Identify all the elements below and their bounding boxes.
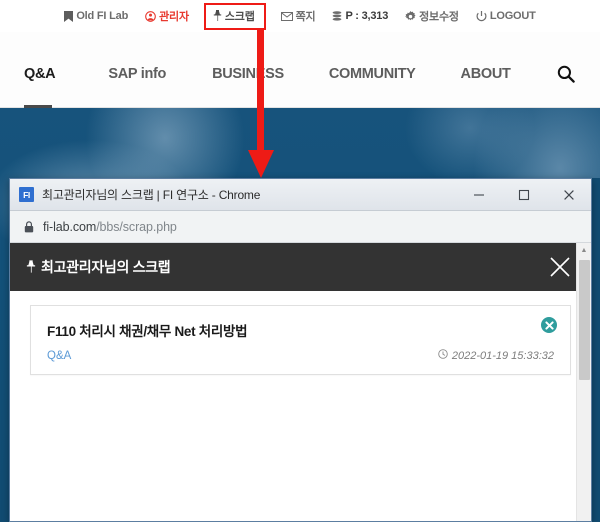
nav-item-label: Q&A [24, 66, 56, 82]
nav-item-label: BUSINESS [212, 66, 284, 82]
address-bar-url: fi-lab.com/bbs/scrap.php [43, 220, 177, 234]
url-path: /bbs/scrap.php [96, 219, 177, 234]
nav-item-about[interactable]: ABOUT [461, 66, 511, 82]
browser-address-bar[interactable]: fi-lab.com/bbs/scrap.php [10, 211, 591, 243]
scrollbar-thumb[interactable] [579, 260, 590, 380]
delete-circle-icon[interactable] [541, 317, 557, 333]
background-edge-sliver [592, 178, 600, 522]
main-navigation: Q&A SAP info BUSINESS COMMUNITY ABOUT [0, 40, 600, 109]
scrap-list: F110 처리시 채권/채무 Net 처리방법 Q&A 2022-01-19 1… [10, 291, 591, 375]
clock-icon [438, 349, 448, 362]
user-circle-icon [145, 10, 156, 22]
utility-item-old-fi-lab[interactable]: Old FI Lab [64, 10, 128, 22]
scrap-page-header: 최고관리자님의 스크랩 [10, 243, 591, 291]
scroll-up-arrow-icon[interactable]: ▲ [577, 243, 591, 258]
utility-item-scrap-highlight-box: 스크랩 [203, 2, 266, 30]
scrap-item-date: 2022-01-19 15:33:32 [438, 349, 554, 362]
screenshot-root: Old FI Lab 관리자 스크랩 쪽지 P: 3,313 정보수정 LOG… [0, 0, 600, 522]
page-title: 최고관리자님의 스크랩 [26, 257, 171, 277]
scrap-item-category[interactable]: Q&A [47, 350, 71, 362]
utility-menu-bar: Old FI Lab 관리자 스크랩 쪽지 P: 3,313 정보수정 LOG… [0, 0, 600, 32]
coins-icon [332, 11, 342, 21]
browser-viewport: 최고관리자님의 스크랩 F110 처리시 채권/채무 Net 처리방법 Q&A [10, 243, 591, 521]
nav-item-community[interactable]: COMMUNITY [329, 66, 416, 82]
scrap-item-datetime: 2022-01-19 15:33:32 [451, 349, 554, 362]
utility-item-label: LOGOUT [489, 10, 536, 22]
lock-icon [24, 220, 34, 233]
nav-item-sap-info[interactable]: SAP info [108, 66, 166, 82]
minimize-icon[interactable] [456, 179, 501, 211]
bookmark-icon [64, 10, 74, 22]
nav-item-label: COMMUNITY [328, 66, 416, 82]
search-icon[interactable] [555, 63, 577, 85]
utility-item-edit-info[interactable]: 정보수정 [405, 8, 459, 24]
close-icon[interactable] [547, 254, 573, 280]
utility-item-label: 스크랩 [224, 10, 255, 23]
utility-item-label: 관리자 [159, 11, 189, 23]
window-title: 최고관리자님의 스크랩 | FI 연구소 - Chrome [42, 188, 261, 202]
utility-item-points[interactable]: P : 3,313 [332, 10, 388, 22]
list-item[interactable]: F110 처리시 채권/채무 Net 처리방법 Q&A 2022-01-19 1… [30, 305, 571, 375]
nav-item-qa[interactable]: Q&A [24, 66, 56, 109]
window-controls [456, 179, 591, 211]
gear-icon [405, 10, 416, 22]
pin-icon [26, 259, 36, 275]
utility-item-scrap[interactable]: 스크랩 [213, 8, 255, 24]
maximize-icon[interactable] [501, 179, 546, 211]
utility-item-admin[interactable]: 관리자 [145, 8, 189, 24]
utility-item-label: Old FI Lab [76, 10, 129, 22]
power-icon [476, 10, 487, 22]
scrap-item-meta: Q&A 2022-01-19 15:33:32 [47, 349, 554, 362]
close-icon[interactable] [546, 179, 591, 211]
utility-item-note[interactable]: 쪽지 [280, 8, 316, 24]
nav-item-label: ABOUT [460, 66, 511, 82]
utility-item-logout[interactable]: LOGOUT [476, 10, 536, 22]
url-domain: fi-lab.com [43, 219, 97, 234]
browser-window: FI 최고관리자님의 스크랩 | FI 연구소 - Chrome fi-lab.… [9, 178, 592, 522]
favicon: FI [19, 187, 34, 202]
browser-title-bar: FI 최고관리자님의 스크랩 | FI 연구소 - Chrome [10, 179, 591, 211]
nav-item-business[interactable]: BUSINESS [212, 66, 284, 82]
page-title-text: 최고관리자님의 스크랩 [41, 259, 171, 275]
utility-item-label: P : 3,313 [345, 10, 389, 22]
envelope-icon [280, 11, 293, 21]
nav-item-label: SAP info [108, 66, 167, 82]
scrap-item-title[interactable]: F110 처리시 채권/채무 Net 처리방법 [47, 320, 554, 340]
scrollbar-vertical[interactable]: ▲ [576, 243, 591, 521]
utility-item-label: 정보수정 [419, 11, 459, 23]
utility-item-label: 쪽지 [295, 11, 316, 23]
site-header: Old FI Lab 관리자 스크랩 쪽지 P: 3,313 정보수정 LOG… [0, 0, 600, 109]
pin-icon [213, 10, 222, 21]
